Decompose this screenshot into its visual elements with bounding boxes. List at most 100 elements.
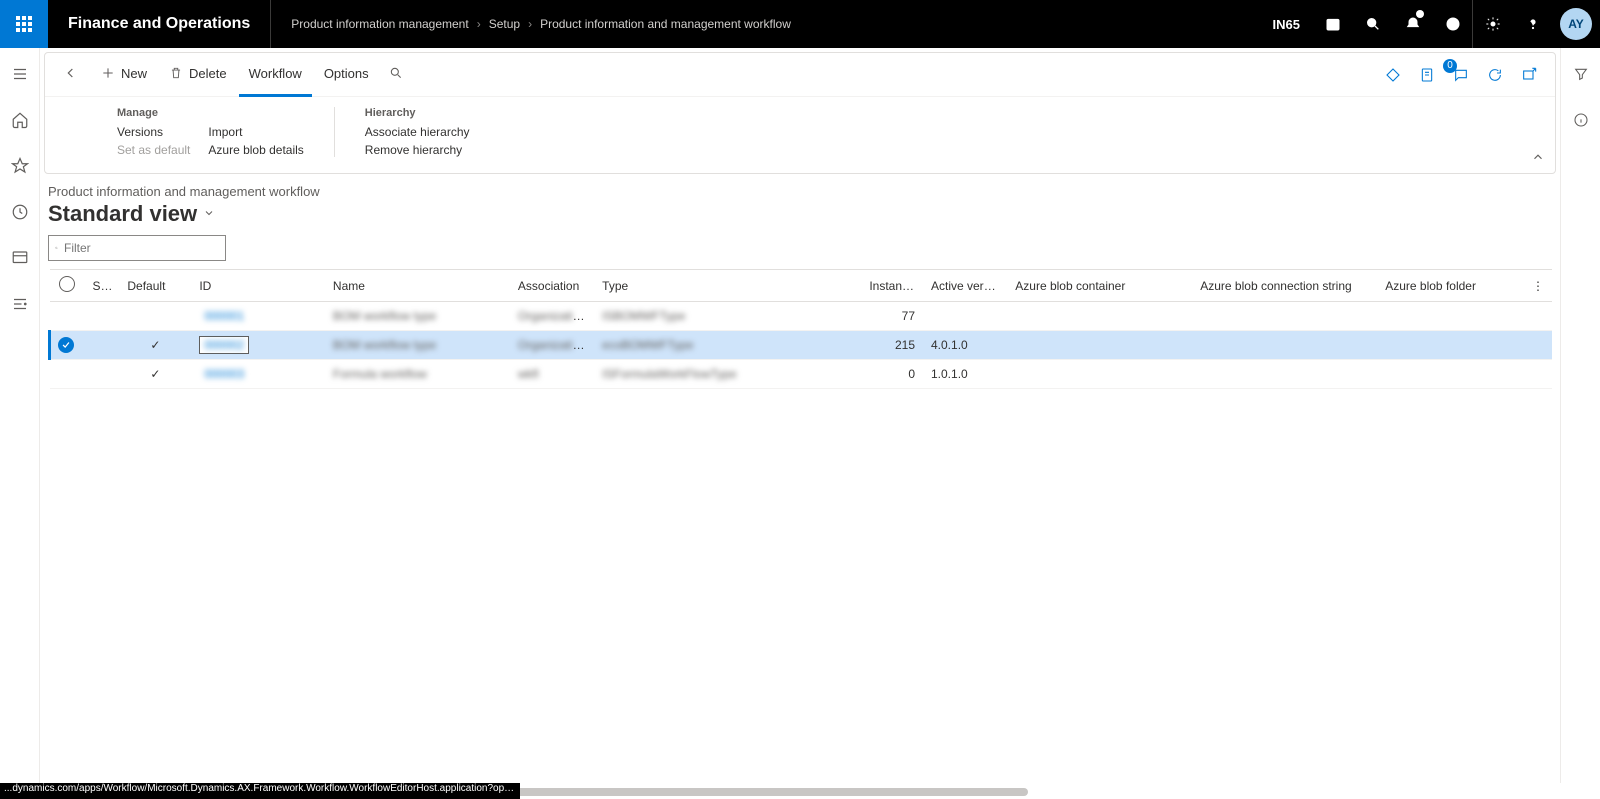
left-nav-rail — [0, 48, 40, 783]
default-check-icon: ✓ — [150, 367, 160, 381]
options-label: Options — [324, 66, 369, 81]
col-active-version[interactable]: Active version — [923, 270, 1007, 302]
ribbon-group-hierarchy: Hierarchy Associate hierarchy Remove hie… — [365, 107, 470, 157]
col-id[interactable]: ID — [191, 270, 325, 302]
topbar-right: IN65 AY — [1261, 0, 1600, 48]
find-button[interactable] — [381, 53, 411, 97]
personalize-icon[interactable] — [1379, 61, 1407, 89]
back-button[interactable] — [53, 53, 89, 97]
related-info-icon[interactable] — [1565, 104, 1597, 136]
blob-details-link[interactable]: Azure blob details — [208, 143, 303, 157]
col-menu[interactable]: ⋮ — [1521, 270, 1552, 302]
col-blob-container[interactable]: Azure blob container — [1007, 270, 1192, 302]
ribbon-group-title: Hierarchy — [365, 107, 470, 119]
versions-link[interactable]: Versions — [117, 125, 190, 139]
delete-button[interactable]: Delete — [159, 53, 237, 97]
topbar: Finance and Operations Product informati… — [0, 0, 1600, 48]
page-caption: Product information and management workf… — [48, 184, 1552, 199]
chevron-right-icon: › — [477, 17, 481, 31]
avatar[interactable]: AY — [1560, 8, 1592, 40]
new-button[interactable]: New — [91, 53, 157, 97]
row-association: Organizatio... — [518, 309, 589, 323]
ribbon-group-title: Manage — [117, 107, 304, 119]
search-icon — [55, 242, 58, 254]
workflow-ribbon: Manage Versions Import Set as default Az… — [45, 97, 1555, 173]
row-active-version — [923, 302, 1007, 331]
row-association: wkfl — [518, 367, 539, 381]
col-association[interactable]: Association — [510, 270, 594, 302]
recent-icon[interactable] — [4, 196, 36, 228]
home-icon[interactable] — [4, 104, 36, 136]
workflow-tab[interactable]: Workflow — [239, 53, 312, 97]
col-blob-folder[interactable]: Azure blob folder — [1377, 270, 1521, 302]
row-type: ecoBOMWFType — [602, 338, 693, 352]
page-options-icon[interactable] — [1413, 61, 1441, 89]
filter-input[interactable] — [64, 241, 219, 255]
row-name: Formula workflow — [333, 367, 427, 381]
legal-entity[interactable]: IN65 — [1261, 17, 1312, 32]
right-rail — [1560, 48, 1600, 783]
filter-field[interactable] — [48, 235, 226, 261]
delete-label: Delete — [189, 66, 227, 81]
hamburger-icon[interactable] — [4, 58, 36, 90]
chevron-right-icon: › — [528, 17, 532, 31]
row-instances: 0 — [861, 360, 923, 389]
modules-icon[interactable] — [4, 288, 36, 320]
favorites-icon[interactable] — [4, 150, 36, 182]
set-default-link: Set as default — [117, 143, 190, 157]
col-default[interactable]: Default — [119, 270, 191, 302]
chevron-down-icon[interactable] — [203, 207, 215, 222]
ribbon-separator — [334, 107, 335, 157]
col-type[interactable]: Type — [594, 270, 861, 302]
options-tab[interactable]: Options — [314, 53, 379, 97]
notification-dot — [1416, 10, 1424, 18]
breadcrumb: Product information management › Setup ›… — [271, 17, 791, 31]
status-url: ...dynamics.com/apps/Workflow/Microsoft.… — [0, 783, 520, 799]
table-row[interactable]: ✓ 000003 Formula workflow wkfl ISFormulaWork… — [50, 360, 1553, 389]
refresh-icon[interactable] — [1481, 61, 1509, 89]
action-pane: New Delete Workflow Options — [44, 52, 1556, 174]
app-launcher[interactable] — [0, 0, 48, 48]
calendar-icon[interactable] — [1312, 0, 1352, 48]
col-name[interactable]: Name — [325, 270, 510, 302]
app-title: Finance and Operations — [48, 0, 271, 48]
breadcrumb-item[interactable]: Product information management — [291, 17, 468, 31]
popout-icon[interactable] — [1515, 61, 1543, 89]
table-row[interactable]: 000001 BOM workflow type Organizatio... ISB… — [50, 302, 1553, 331]
settings-icon[interactable] — [1472, 0, 1512, 48]
import-link[interactable]: Import — [208, 125, 303, 139]
id-link[interactable]: 000002 — [204, 338, 244, 352]
row-instances: 215 — [861, 331, 923, 360]
related-filter-icon[interactable] — [1565, 58, 1597, 90]
collapse-ribbon-icon[interactable] — [1531, 150, 1545, 167]
feedback-icon[interactable] — [1432, 0, 1472, 48]
view-name[interactable]: Standard view — [48, 201, 197, 227]
new-label: New — [121, 66, 147, 81]
table-row[interactable]: ✓ 000002 BOM workflow type Organizatio... ec… — [50, 331, 1553, 360]
col-status[interactable]: St... — [84, 270, 119, 302]
row-selected-icon[interactable] — [58, 337, 74, 353]
id-link[interactable]: 000001 — [204, 309, 244, 323]
id-link[interactable]: 000003 — [204, 367, 244, 381]
select-all-radio[interactable] — [59, 276, 75, 292]
associate-hierarchy-link[interactable]: Associate hierarchy — [365, 125, 470, 139]
remove-hierarchy-link[interactable]: Remove hierarchy — [365, 143, 470, 157]
notifications-icon[interactable] — [1392, 0, 1432, 48]
row-name: BOM workflow type — [333, 338, 436, 352]
workspaces-icon[interactable] — [4, 242, 36, 274]
col-instances[interactable]: Instances — [861, 270, 923, 302]
messages-icon[interactable]: 0 — [1447, 61, 1475, 89]
help-icon[interactable] — [1512, 0, 1552, 48]
row-type: ISFormulaWorkFlowType — [602, 367, 736, 381]
col-blob-conn[interactable]: Azure blob connection string — [1192, 270, 1377, 302]
row-type: ISBOMWFType — [602, 309, 685, 323]
row-active-version: 4.0.1.0 — [923, 331, 1007, 360]
row-name: BOM workflow type — [333, 309, 436, 323]
col-select[interactable] — [50, 270, 85, 302]
breadcrumb-item[interactable]: Setup — [489, 17, 520, 31]
default-check-icon: ✓ — [150, 338, 160, 352]
breadcrumb-item[interactable]: Product information and management workf… — [540, 17, 791, 31]
ribbon-group-manage: Manage Versions Import Set as default Az… — [117, 107, 304, 157]
search-icon[interactable] — [1352, 0, 1392, 48]
row-association: Organizatio... — [518, 338, 589, 352]
